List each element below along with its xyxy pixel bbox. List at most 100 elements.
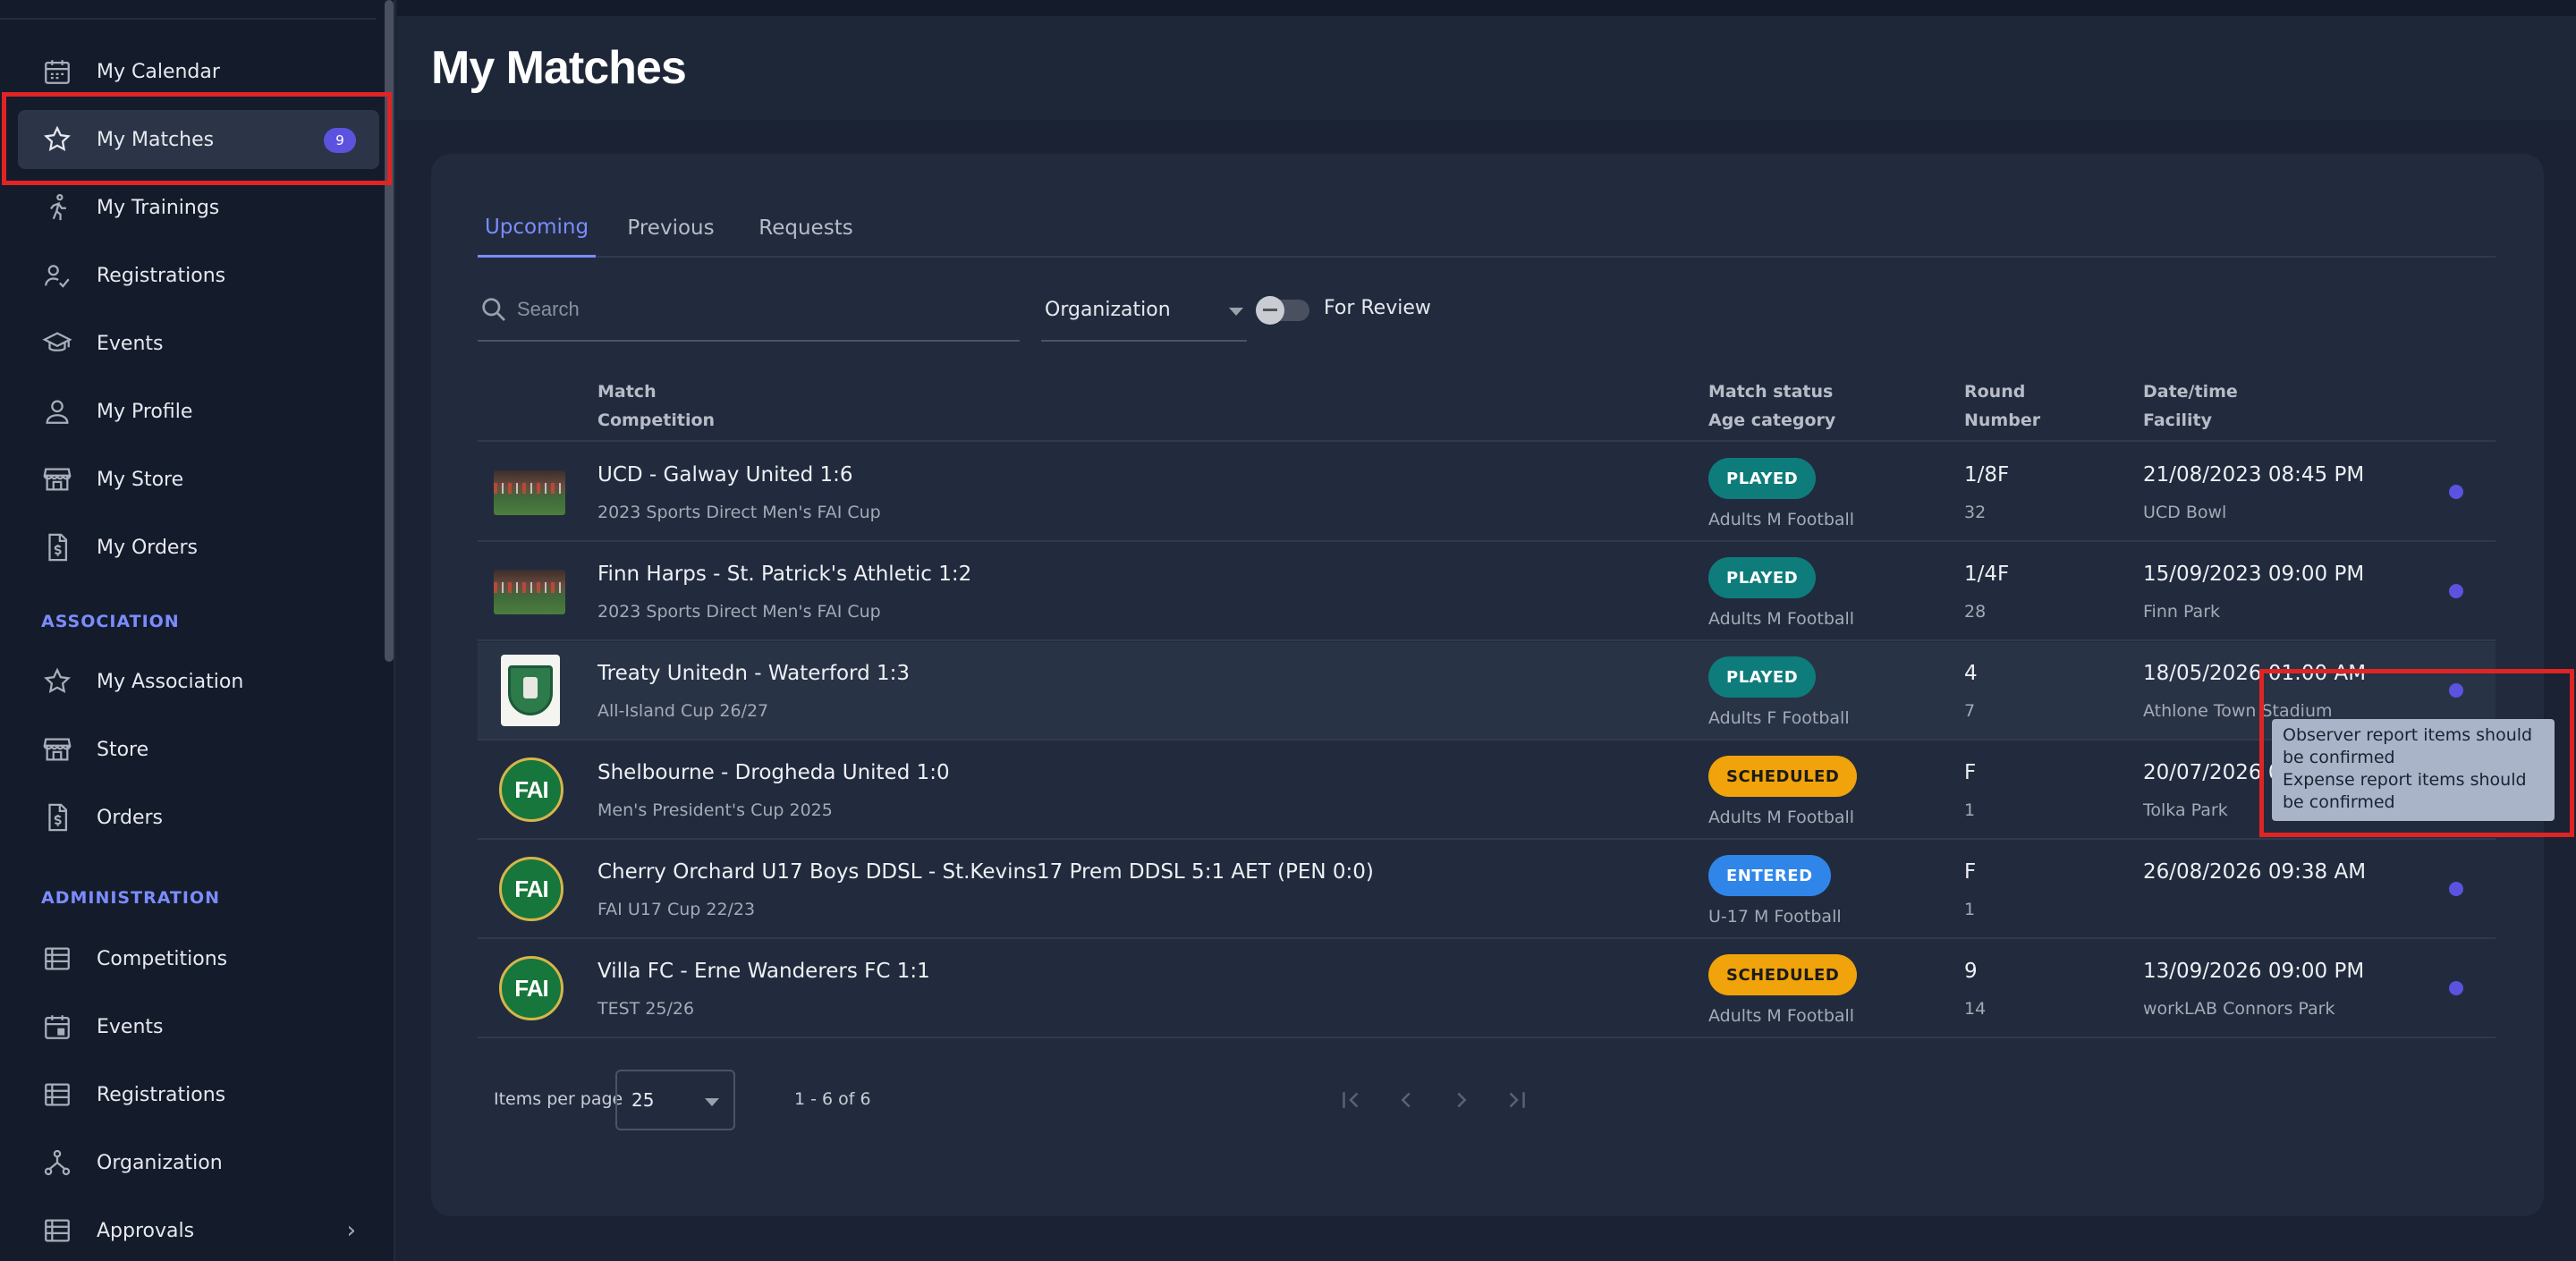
- organization-select[interactable]: Organization: [1041, 279, 1247, 342]
- sidebar-item-my-association[interactable]: My Association: [18, 652, 379, 711]
- header-status: Match status Age category: [1708, 382, 1836, 430]
- sidebar-item-my-trainings[interactable]: My Trainings: [18, 178, 379, 237]
- table-row[interactable]: UCD - Galway United 1:6 2023 Sports Dire…: [478, 444, 2496, 542]
- hierarchy-icon: [18, 1147, 97, 1178]
- match-name: Villa FC - Erne Wanderers FC 1:1: [597, 960, 930, 983]
- match-datetime: 21/08/2023 08:45 PM: [2143, 463, 2365, 487]
- sidebar: My Calendar My Matches 9 My Trainings Re…: [0, 0, 395, 1261]
- match-name: UCD - Galway United 1:6: [597, 463, 853, 487]
- section-title-administration: ADMINISTRATION: [41, 888, 221, 908]
- pagination: Items per page 25 1 - 6 of 6: [478, 1070, 2496, 1132]
- last-page-icon[interactable]: [1501, 1084, 1533, 1116]
- table-row[interactable]: FAI Shelbourne - Drogheda United 1:0 Men…: [478, 741, 2496, 840]
- review-indicator-dot[interactable]: [2449, 584, 2463, 598]
- status-badge: PLAYED: [1708, 458, 1817, 499]
- star-icon: [18, 666, 97, 697]
- sidebar-item-store[interactable]: Store: [18, 720, 379, 779]
- sidebar-item-label: Registrations: [97, 1083, 226, 1106]
- status-badge: ENTERED: [1708, 855, 1831, 896]
- match-number: 7: [1964, 701, 1976, 721]
- match-name: Shelbourne - Drogheda United 1:0: [597, 761, 950, 784]
- sidebar-item-admin-registrations[interactable]: Registrations: [18, 1065, 379, 1124]
- review-indicator-dot[interactable]: [2449, 981, 2463, 995]
- sidebar-item-registrations[interactable]: Registrations: [18, 246, 379, 305]
- sidebar-item-label: Events: [97, 332, 164, 355]
- status-badge: SCHEDULED: [1708, 954, 1858, 995]
- pagination-range: 1 - 6 of 6: [794, 1089, 871, 1109]
- competition-name: Men's President's Cup 2025: [597, 800, 833, 820]
- sidebar-item-my-profile[interactable]: My Profile: [18, 382, 379, 441]
- list-icon: [18, 1215, 97, 1246]
- competition-name: 2023 Sports Direct Men's FAI Cup: [597, 602, 881, 622]
- for-review-toggle[interactable]: [1256, 296, 1309, 325]
- round: F: [1964, 761, 1977, 784]
- sidebar-item-my-store[interactable]: My Store: [18, 450, 379, 509]
- first-page-icon[interactable]: [1335, 1084, 1367, 1116]
- items-per-page-select[interactable]: 25: [615, 1070, 735, 1130]
- age-category: Adults M Football: [1708, 808, 1855, 827]
- table-row[interactable]: FAI Cherry Orchard U17 Boys DDSL - St.Ke…: [478, 841, 2496, 939]
- header-round: Round Number: [1964, 382, 2041, 430]
- sidebar-item-label: Orders: [97, 806, 163, 829]
- top-bar: [397, 0, 2576, 16]
- match-datetime: 13/09/2026 09:00 PM: [2143, 960, 2365, 983]
- facility: Tolka Park: [2143, 800, 2228, 820]
- sidebar-item-label: My Profile: [97, 400, 193, 423]
- page-title: My Matches: [431, 42, 687, 94]
- match-photo: [494, 470, 565, 515]
- previous-page-icon[interactable]: [1390, 1084, 1422, 1116]
- match-datetime: 15/09/2023 09:00 PM: [2143, 563, 2365, 586]
- toggle-knob: [1256, 296, 1284, 325]
- match-name: Cherry Orchard U17 Boys DDSL - St.Kevins…: [597, 860, 1374, 884]
- competition-name: 2023 Sports Direct Men's FAI Cup: [597, 503, 881, 522]
- age-category: Adults M Football: [1708, 609, 1855, 629]
- calendar-icon: [18, 56, 97, 87]
- sidebar-item-label: My Store: [97, 468, 184, 491]
- sidebar-item-label: My Calendar: [97, 60, 220, 83]
- match-number: 28: [1964, 602, 1987, 622]
- table-row[interactable]: Treaty Unitedn - Waterford 1:3 All-Islan…: [478, 642, 2496, 741]
- table-row[interactable]: FAI Villa FC - Erne Wanderers FC 1:1 TES…: [478, 940, 2496, 1038]
- sidebar-item-orders[interactable]: Orders: [18, 788, 379, 847]
- search-input[interactable]: [517, 298, 1000, 321]
- person-icon: [18, 396, 97, 427]
- match-datetime: 26/08/2026 09:38 AM: [2143, 860, 2367, 884]
- sidebar-item-approvals[interactable]: Approvals ›: [18, 1201, 379, 1260]
- header-match: Match Competition: [597, 382, 716, 430]
- sidebar-item-competitions[interactable]: Competitions: [18, 929, 379, 988]
- competition-name: TEST 25/26: [597, 999, 695, 1019]
- sidebar-item-label: My Association: [97, 670, 244, 693]
- table-row[interactable]: Finn Harps - St. Patrick's Athletic 1:2 …: [478, 543, 2496, 641]
- person-check-icon: [18, 260, 97, 291]
- review-indicator-dot[interactable]: [2449, 882, 2463, 896]
- tab-upcoming[interactable]: Upcoming: [478, 199, 596, 258]
- tab-requests[interactable]: Requests: [746, 199, 866, 258]
- store-icon: [18, 734, 97, 765]
- tab-previous[interactable]: Previous: [615, 199, 726, 258]
- age-category: U-17 M Football: [1708, 907, 1842, 927]
- sidebar-item-label: My Orders: [97, 536, 198, 559]
- organization-select-value: Organization: [1045, 298, 1171, 321]
- status-badge: PLAYED: [1708, 656, 1817, 698]
- sidebar-item-events[interactable]: Events: [18, 314, 379, 373]
- running-icon: [18, 192, 97, 223]
- sidebar-item-organization[interactable]: Organization: [18, 1133, 379, 1192]
- sidebar-item-label: Approvals: [97, 1219, 195, 1242]
- sidebar-item-label: Store: [97, 738, 149, 761]
- sidebar-item-label: Organization: [97, 1151, 223, 1174]
- chevron-right-icon[interactable]: ›: [347, 1217, 356, 1244]
- sidebar-item-my-orders[interactable]: My Orders: [18, 518, 379, 577]
- sidebar-item-admin-events[interactable]: Events: [18, 997, 379, 1056]
- fai-logo: FAI: [499, 956, 564, 1020]
- status-badge: PLAYED: [1708, 557, 1817, 598]
- match-number: 32: [1964, 503, 1987, 522]
- match-number: 1: [1964, 800, 1976, 820]
- round: 1/8F: [1964, 463, 2010, 487]
- status-badge: SCHEDULED: [1708, 756, 1858, 797]
- next-page-icon[interactable]: [1445, 1084, 1478, 1116]
- sidebar-item-label: My Trainings: [97, 196, 220, 219]
- filter-bar: Organization For Review: [478, 279, 2496, 342]
- review-indicator-dot[interactable]: [2449, 485, 2463, 499]
- search-field: [478, 279, 1020, 342]
- competition-name: FAI U17 Cup 22/23: [597, 900, 756, 919]
